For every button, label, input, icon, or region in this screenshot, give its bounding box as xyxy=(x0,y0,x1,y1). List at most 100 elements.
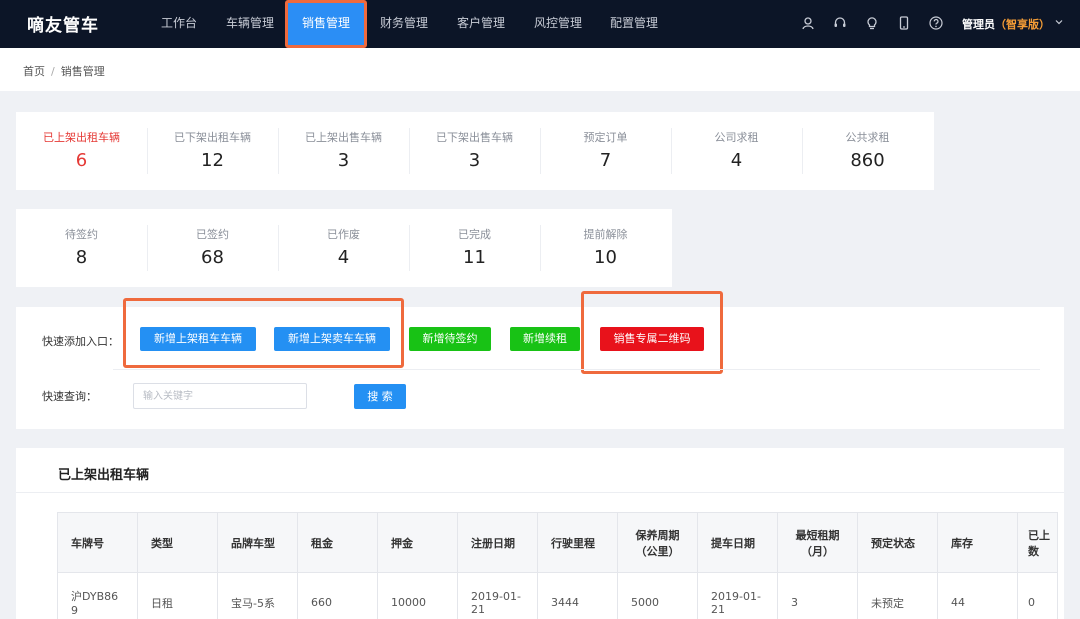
stat-value: 6 xyxy=(75,150,88,171)
lightbulb-icon[interactable] xyxy=(864,15,880,31)
stat-early-termination[interactable]: 提前解除 10 xyxy=(540,209,671,287)
stat-value: 8 xyxy=(75,247,88,268)
stat-label: 已上架出售车辆 xyxy=(305,131,382,144)
table-cell: 宝马-5系 xyxy=(217,572,298,619)
table-cell: 2019-01- 21 xyxy=(697,572,778,619)
nav-item-customers[interactable]: 客户管理 xyxy=(451,0,511,48)
stat-pending-sign[interactable]: 待签约 8 xyxy=(16,209,147,287)
stat-value: 4 xyxy=(730,150,743,171)
stat-delisted-sale[interactable]: 已下架出售车辆 3 xyxy=(409,112,540,190)
stat-value: 3 xyxy=(337,150,350,171)
user-icon[interactable] xyxy=(800,15,816,31)
stat-delisted-rental[interactable]: 已下架出租车辆 12 xyxy=(147,112,278,190)
stat-value: 860 xyxy=(850,150,885,171)
table-cell: 44 xyxy=(937,572,1018,619)
stat-value: 3 xyxy=(468,150,481,171)
stat-value: 4 xyxy=(337,247,350,268)
section-title: 已上架出租车辆 xyxy=(58,468,150,483)
nav-item-workbench[interactable]: 工作台 xyxy=(152,0,206,48)
column-header[interactable]: 类型 xyxy=(137,512,218,573)
stat-label: 提前解除 xyxy=(583,228,628,241)
stat-label: 待签约 xyxy=(65,228,98,241)
highlight-frame xyxy=(581,291,723,374)
chevron-down-icon[interactable] xyxy=(1054,15,1064,32)
stat-listed-sale[interactable]: 已上架出售车辆 3 xyxy=(278,112,409,190)
stat-listed-rental[interactable]: 已上架出租车辆 6 xyxy=(16,112,147,190)
add-pending-contract-button[interactable]: 新增待签约 xyxy=(409,327,491,351)
column-header[interactable]: 车牌号 xyxy=(57,512,138,573)
column-header[interactable]: 预定状态 xyxy=(857,512,938,573)
breadcrumb-separator: / xyxy=(51,65,55,78)
user-name: 管理员 xyxy=(962,18,995,31)
stat-label: 公共求租 xyxy=(845,131,890,144)
quick-panel: 快速添加入口： 新增上架租车车辆 新增上架卖车车辆 新增待签约 新增续租 销售专… xyxy=(16,291,1064,429)
table-cell: 日租 xyxy=(137,572,218,619)
table-cell: 2019-01- 21 xyxy=(457,572,538,619)
column-header[interactable]: 已上 数 xyxy=(1017,512,1058,573)
top-nav: 嘀友管车 工作台 车辆管理 销售管理 财务管理 客户管理 风控管理 配置管理 管… xyxy=(0,0,1080,48)
stats-card-vehicles: 已上架出租车辆 6 已下架出租车辆 12 已上架出售车辆 3 已下架出售车辆 3 预定订… xyxy=(16,112,934,190)
table-cell: 0 xyxy=(1017,572,1058,619)
stat-label: 已作废 xyxy=(327,228,360,241)
stat-label: 已下架出租车辆 xyxy=(174,131,251,144)
stat-label: 预定订单 xyxy=(583,131,628,144)
table-header-row: 车牌号 类型 品牌车型 租金 押金 注册日期 行驶里程 保养周期 （公里） 提车… xyxy=(57,512,1058,573)
stat-company-requests[interactable]: 公司求租 4 xyxy=(671,112,802,190)
breadcrumb-bar: 首页 / 销售管理 xyxy=(0,48,1080,91)
nav-item-vehicles[interactable]: 车辆管理 xyxy=(220,0,280,48)
stat-label: 已完成 xyxy=(458,228,491,241)
stat-value: 68 xyxy=(201,247,224,268)
stat-label: 已下架出售车辆 xyxy=(436,131,513,144)
column-header[interactable]: 最短租期 （月） xyxy=(777,512,858,573)
add-renewal-button[interactable]: 新增续租 xyxy=(510,327,580,351)
table-cell: 660 xyxy=(297,572,378,619)
column-header[interactable]: 品牌车型 xyxy=(217,512,298,573)
column-header[interactable]: 押金 xyxy=(377,512,458,573)
column-header[interactable]: 注册日期 xyxy=(457,512,538,573)
table-cell: 10000 xyxy=(377,572,458,619)
column-header[interactable]: 库存 xyxy=(937,512,1018,573)
column-header[interactable]: 租金 xyxy=(297,512,378,573)
vehicle-table: 车牌号 类型 品牌车型 租金 押金 注册日期 行驶里程 保养周期 （公里） 提车… xyxy=(57,512,1058,619)
user-menu[interactable]: 管理员（智享版） xyxy=(962,16,1050,32)
stat-value: 11 xyxy=(463,247,486,268)
nav-item-config[interactable]: 配置管理 xyxy=(604,0,664,48)
nav-item-finance[interactable]: 财务管理 xyxy=(374,0,434,48)
highlight-frame xyxy=(285,0,367,48)
highlight-frame xyxy=(123,298,404,368)
stat-reservations[interactable]: 预定订单 7 xyxy=(540,112,671,190)
mobile-icon[interactable] xyxy=(896,15,912,31)
stat-label: 已上架出租车辆 xyxy=(43,131,120,144)
breadcrumb-current: 销售管理 xyxy=(60,65,105,78)
breadcrumb: 首页 / 销售管理 xyxy=(23,63,105,79)
stats-card-contracts: 待签约 8 已签约 68 已作废 4 已完成 11 提前解除 10 xyxy=(16,209,672,287)
breadcrumb-home[interactable]: 首页 xyxy=(23,65,45,78)
table-cell: 5000 xyxy=(617,572,698,619)
column-header[interactable]: 保养周期 （公里） xyxy=(617,512,698,573)
stat-label: 已签约 xyxy=(196,228,229,241)
stat-public-requests[interactable]: 公共求租 860 xyxy=(802,112,933,190)
quick-search-label: 快速查询： xyxy=(42,390,97,403)
table-cell: 未预定 xyxy=(857,572,938,619)
divider xyxy=(113,369,1040,370)
stat-completed[interactable]: 已完成 11 xyxy=(409,209,540,287)
headset-icon[interactable] xyxy=(832,15,848,31)
stat-value: 7 xyxy=(599,150,612,171)
table-row[interactable]: 沪DYB86 9 日租 宝马-5系 660 10000 2019-01- 21 … xyxy=(57,572,1058,619)
stat-value: 12 xyxy=(201,150,224,171)
column-header[interactable]: 提车日期 xyxy=(697,512,778,573)
table-cell: 沪DYB86 9 xyxy=(57,572,138,619)
quick-add-label: 快速添加入口： xyxy=(42,335,119,348)
stat-label: 公司求租 xyxy=(714,131,759,144)
app-logo: 嘀友管车 xyxy=(27,16,99,36)
edition-badge: （智享版） xyxy=(995,18,1050,31)
help-icon[interactable] xyxy=(928,15,944,31)
stat-signed[interactable]: 已签约 68 xyxy=(147,209,278,287)
search-input[interactable] xyxy=(133,383,307,409)
listed-rental-section: 已上架出租车辆 车牌号 类型 品牌车型 租金 押金 注册日期 行驶里程 保养周期… xyxy=(16,448,1064,619)
stat-voided[interactable]: 已作废 4 xyxy=(278,209,409,287)
nav-item-risk[interactable]: 风控管理 xyxy=(528,0,588,48)
column-header[interactable]: 行驶里程 xyxy=(537,512,618,573)
search-button[interactable]: 搜 索 xyxy=(354,384,406,409)
table-cell: 3 xyxy=(777,572,858,619)
